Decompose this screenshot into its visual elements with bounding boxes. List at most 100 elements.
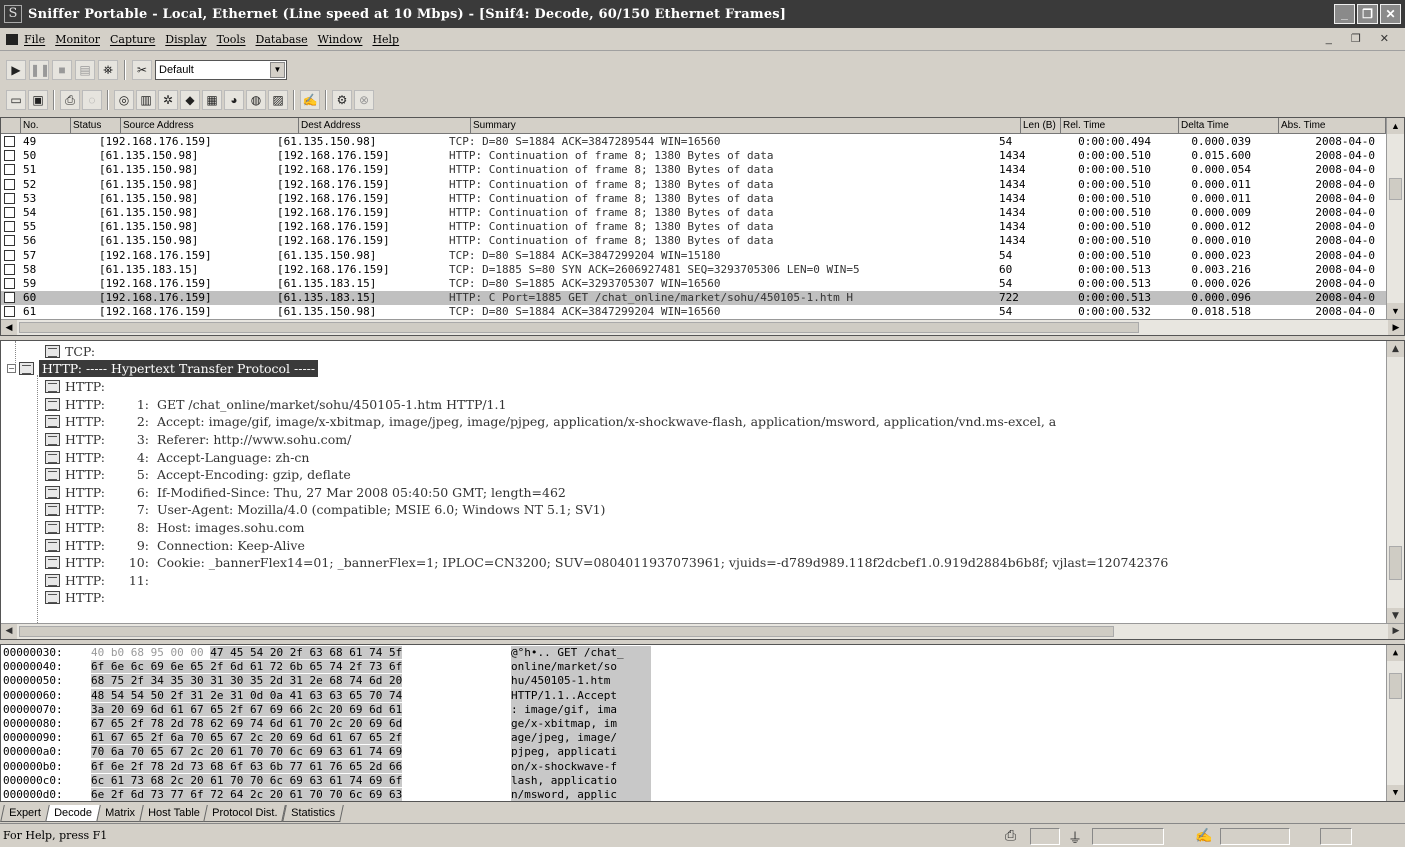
hex-row[interactable]: 000000a0: 70 6a 70 65 67 2c 20 61 70 70 6… bbox=[3, 745, 651, 760]
packet-row[interactable]: 60 [192.168.176.159] [61.135.183.15] HTTP: … bbox=[1, 291, 1386, 306]
dashboard-icon[interactable]: ◎ bbox=[114, 90, 134, 110]
http-detail-line[interactable]: HTTP: 11: bbox=[45, 572, 157, 590]
hex-row[interactable]: 000000b0: 6f 6e 2f 78 2d 73 68 6f 63 6b 7… bbox=[3, 759, 651, 774]
tree-node-http[interactable]: − HTTP: ----- Hypertext Transfer Protoco… bbox=[7, 360, 319, 378]
row-checkbox[interactable] bbox=[4, 136, 15, 147]
tab-expert[interactable]: Expert bbox=[0, 805, 50, 822]
tab-decode[interactable]: Decode bbox=[44, 805, 101, 822]
menu-capture[interactable]: Capture bbox=[110, 33, 155, 46]
restore-button[interactable]: ❐ bbox=[1357, 4, 1378, 24]
http-detail-line[interactable]: HTTP: 1: GET /chat_online/market/sohu/4501… bbox=[45, 396, 506, 414]
packet-row[interactable]: 58 [61.135.183.15] [192.168.176.159] TCP: D… bbox=[1, 263, 1386, 277]
column-header-dest[interactable]: Dest Address bbox=[299, 118, 471, 134]
packet-row[interactable]: 52 [61.135.150.98] [192.168.176.159] HTTP: … bbox=[1, 178, 1386, 192]
stop-and-display-icon[interactable]: ▤ bbox=[75, 60, 95, 80]
row-checkbox[interactable] bbox=[4, 292, 15, 304]
save-icon[interactable]: ▣ bbox=[28, 90, 48, 110]
pause-capture-icon[interactable]: ❚❚ bbox=[29, 60, 50, 80]
column-header-abs-time[interactable]: Abs. Time bbox=[1279, 118, 1386, 134]
http-detail-line[interactable]: HTTP: 9: Connection: Keep-Alive bbox=[45, 536, 305, 554]
matrix-icon[interactable]: ✲ bbox=[158, 90, 178, 110]
column-header-checkbox[interactable] bbox=[1, 118, 21, 134]
packet-row[interactable]: 59 [192.168.176.159] [61.135.183.15] TCP: D… bbox=[1, 277, 1386, 291]
menu-monitor[interactable]: Monitor bbox=[55, 33, 100, 46]
scroll-up-icon[interactable]: ▲ bbox=[1387, 341, 1404, 357]
alarm-log-icon[interactable]: ▨ bbox=[268, 90, 288, 110]
column-header-status[interactable]: Status bbox=[71, 118, 121, 134]
scroll-up-icon[interactable]: ▲ bbox=[1387, 645, 1404, 661]
menu-help[interactable]: Help bbox=[372, 33, 399, 46]
hex-row[interactable]: 00000080: 67 65 2f 78 2d 78 62 69 74 6d 6… bbox=[3, 717, 651, 732]
hex-row[interactable]: 00000050: 68 75 2f 34 35 30 31 30 35 2d 3… bbox=[3, 674, 651, 689]
packet-row[interactable]: 53 [61.135.150.98] [192.168.176.159] HTTP: … bbox=[1, 192, 1386, 206]
decode-vscrollbar[interactable]: ▲ ▼ bbox=[1386, 341, 1404, 624]
hex-vscrollbar[interactable]: ▲ ▼ bbox=[1386, 645, 1404, 801]
column-header-rel-time[interactable]: Rel. Time bbox=[1061, 118, 1179, 134]
print-preview-icon[interactable]: ◌ bbox=[82, 90, 102, 110]
row-checkbox[interactable] bbox=[4, 164, 15, 176]
row-checkbox[interactable] bbox=[4, 206, 15, 218]
column-header-len[interactable]: Len (B) bbox=[1021, 118, 1061, 134]
http-detail-line[interactable]: HTTP: bbox=[45, 589, 157, 607]
hex-row[interactable]: 000000d0: 6e 2f 6d 73 77 6f 72 64 2c 20 6… bbox=[3, 788, 651, 801]
global-statistics-icon[interactable]: ◍ bbox=[246, 90, 266, 110]
packet-list-vscrollbar[interactable]: ▲ ▼ bbox=[1386, 118, 1404, 319]
column-header-no[interactable]: No. bbox=[21, 118, 71, 134]
menu-tools[interactable]: Tools bbox=[217, 33, 246, 46]
define-filter-icon[interactable]: ✍ bbox=[300, 90, 320, 110]
hex-row[interactable]: 000000c0: 6c 61 73 68 2c 20 61 70 70 6c 6… bbox=[3, 773, 651, 788]
packet-row[interactable]: 51 [61.135.150.98] [192.168.176.159] HTTP: … bbox=[1, 163, 1386, 177]
scroll-down-icon[interactable]: ▼ bbox=[1387, 785, 1404, 801]
scroll-left-icon[interactable]: ◀ bbox=[1, 624, 17, 639]
http-detail-line[interactable]: HTTP: bbox=[45, 378, 157, 396]
row-checkbox[interactable] bbox=[4, 178, 15, 190]
chevron-down-icon[interactable]: ▼ bbox=[270, 62, 285, 78]
http-detail-line[interactable]: HTTP: 4: Accept-Language: zh-cn bbox=[45, 448, 309, 466]
http-detail-line[interactable]: HTTP: 2: Accept: image/gif, image/x-xbitma… bbox=[45, 413, 1056, 431]
http-detail-line[interactable]: HTTP: 7: User-Agent: Mozilla/4.0 (compatib… bbox=[45, 501, 605, 519]
hex-row[interactable]: 00000060: 48 54 54 50 2f 31 2e 31 0d 0a 4… bbox=[3, 688, 651, 703]
tab-host-table[interactable]: Host Table bbox=[138, 805, 209, 822]
row-checkbox[interactable] bbox=[4, 249, 15, 261]
host-table-icon[interactable]: ▥ bbox=[136, 90, 156, 110]
tab-matrix[interactable]: Matrix bbox=[95, 805, 144, 822]
scroll-thumb[interactable] bbox=[1389, 178, 1402, 200]
row-checkbox[interactable] bbox=[4, 263, 15, 275]
packet-row[interactable]: 55 [61.135.150.98] [192.168.176.159] HTTP: … bbox=[1, 220, 1386, 234]
binoculars-icon[interactable]: ⛯ bbox=[98, 60, 118, 80]
column-header-source[interactable]: Source Address bbox=[121, 118, 299, 134]
row-checkbox[interactable] bbox=[4, 221, 15, 233]
hex-row[interactable]: 00000030: 40 b0 68 95 00 00 47 45 54 20 2… bbox=[3, 646, 651, 661]
scroll-down-icon[interactable]: ▼ bbox=[1387, 303, 1404, 319]
http-detail-line[interactable]: HTTP: 3: Referer: http://www.sohu.com/ bbox=[45, 431, 351, 449]
column-header-summary[interactable]: Summary bbox=[471, 118, 1021, 134]
row-checkbox[interactable] bbox=[4, 192, 15, 204]
close-button[interactable]: ✕ bbox=[1380, 4, 1401, 24]
define-filter-icon[interactable]: ✂ bbox=[132, 60, 152, 80]
scroll-thumb[interactable] bbox=[19, 626, 1114, 637]
packet-list-hscrollbar[interactable]: ◀ ▶ bbox=[1, 319, 1404, 335]
scroll-down-icon[interactable]: ▼ bbox=[1387, 608, 1404, 624]
hex-row[interactable]: 00000070: 3a 20 69 6d 61 67 65 2f 67 69 6… bbox=[3, 702, 651, 717]
packet-row[interactable]: 61 [192.168.176.159] [61.135.150.98] TCP: D… bbox=[1, 305, 1386, 319]
scroll-thumb[interactable] bbox=[1389, 546, 1402, 580]
history-samples-icon[interactable]: ▦ bbox=[202, 90, 222, 110]
http-detail-line[interactable]: HTTP: 5: Accept-Encoding: gzip, deflate bbox=[45, 466, 351, 484]
packet-row[interactable]: 50 [61.135.150.98] [192.168.176.159] HTTP: … bbox=[1, 149, 1386, 163]
row-checkbox[interactable] bbox=[4, 306, 15, 318]
scroll-thumb[interactable] bbox=[1389, 673, 1402, 699]
minimize-button[interactable]: _ bbox=[1334, 4, 1355, 24]
tab-protocol-dist[interactable]: Protocol Dist. bbox=[203, 805, 287, 822]
start-capture-icon[interactable]: ▶ bbox=[6, 60, 26, 80]
packet-row[interactable]: 49 [192.168.176.159] [61.135.150.98] TCP: D… bbox=[1, 135, 1386, 149]
packet-row[interactable]: 54 [61.135.150.98] [192.168.176.159] HTTP: … bbox=[1, 206, 1386, 220]
http-detail-line[interactable]: HTTP: 10: Cookie: _bannerFlex14=01; _banne… bbox=[45, 554, 1168, 572]
scroll-right-icon[interactable]: ▶ bbox=[1388, 624, 1404, 639]
row-checkbox[interactable] bbox=[4, 277, 15, 289]
open-folder-icon[interactable]: ▭ bbox=[6, 90, 26, 110]
scroll-left-icon[interactable]: ◀ bbox=[1, 320, 17, 335]
http-detail-line[interactable]: HTTP: 8: Host: images.sohu.com bbox=[45, 519, 305, 537]
select-settings-icon[interactable]: ⚙ bbox=[332, 90, 352, 110]
packet-row[interactable]: 57 [192.168.176.159] [61.135.150.98] TCP: D… bbox=[1, 249, 1386, 263]
mdi-child-icon[interactable] bbox=[6, 34, 18, 45]
